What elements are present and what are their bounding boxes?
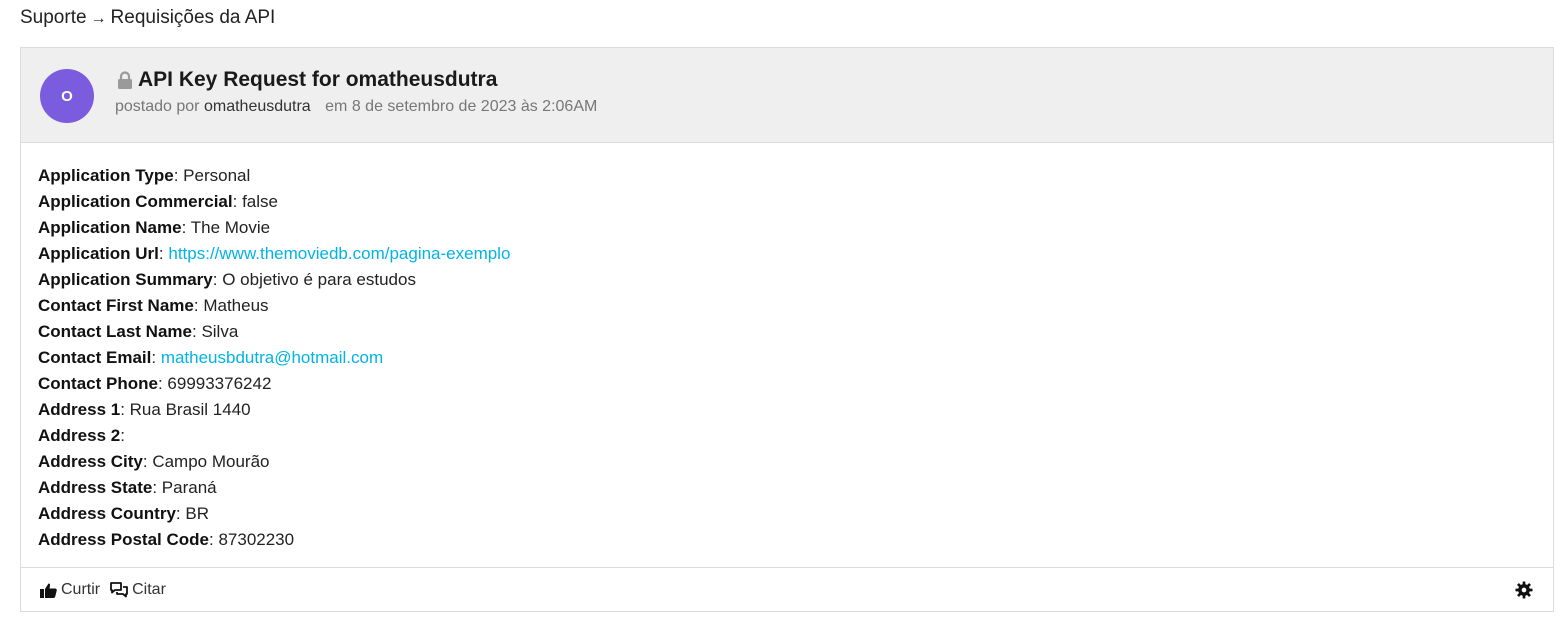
field-value: O objetivo é para estudos (222, 270, 416, 289)
field-value: Personal (183, 166, 251, 185)
field-application-summary: Application Summary: O objetivo é para e… (38, 270, 416, 289)
field-value: Paraná (161, 478, 217, 497)
field-value: Campo Mourão (152, 452, 270, 471)
post-header-text: API Key Request for omatheusdutra postad… (115, 68, 597, 116)
field-key: Address 1 (38, 400, 121, 419)
post-date: em 8 de setembro de 2023 às 2:06AM (325, 98, 598, 115)
field-key: Address 2 (38, 426, 121, 445)
quote-button[interactable]: Citar (110, 581, 166, 599)
field-value: Rua Brasil 1440 (129, 400, 251, 419)
field-application-name: Application Name: The Movie (38, 218, 271, 237)
field-value: 69993376242 (167, 374, 272, 393)
field-key: Contact Email (38, 348, 152, 367)
field-contact-email: Contact Email: matheusbdutra@hotmail.com (38, 348, 384, 367)
posted-by-label: postado por (115, 98, 200, 115)
lock-icon (118, 71, 132, 89)
gear-icon[interactable] (1515, 581, 1533, 599)
post-header: O API Key Request for omatheusdutra post… (21, 48, 1553, 143)
field-value: Silva (201, 322, 239, 341)
field-address-city: Address City: Campo Mourão (38, 452, 270, 471)
field-key: Application Summary (38, 270, 213, 289)
field-key: Address Country (38, 504, 176, 523)
thumbs-up-icon (40, 583, 57, 598)
field-key: Application Name (38, 218, 182, 237)
application-url-link[interactable]: https://www.themoviedb.com/pagina-exempl… (168, 244, 510, 263)
like-button[interactable]: Curtir (40, 581, 100, 599)
field-key: Application Commercial (38, 192, 233, 211)
field-key: Application Url (38, 244, 159, 263)
field-value: 87302230 (218, 530, 295, 549)
breadcrumb: Suporte → Requisições da API (20, 7, 275, 29)
post-title: API Key Request for omatheusdutra (138, 68, 498, 91)
field-address-state: Address State: Paraná (38, 478, 217, 497)
field-address-2: Address 2: (38, 426, 125, 445)
author-link[interactable]: omatheusdutra (204, 98, 311, 115)
avatar[interactable]: O (40, 69, 94, 123)
field-key: Contact Phone (38, 374, 158, 393)
field-key: Contact First Name (38, 296, 194, 315)
contact-email-link[interactable]: matheusbdutra@hotmail.com (161, 348, 383, 367)
field-key: Application Type (38, 166, 174, 185)
field-value: Matheus (203, 296, 269, 315)
field-value: The Movie (190, 218, 271, 237)
field-value: BR (185, 504, 209, 523)
breadcrumb-current: Requisições da API (110, 7, 276, 28)
field-address-country: Address Country: BR (38, 504, 209, 523)
post-title-row: API Key Request for omatheusdutra (115, 68, 597, 92)
field-application-type: Application Type: Personal (38, 166, 251, 185)
field-key: Contact Last Name (38, 322, 192, 341)
post-meta: postado por omatheusdutra em 8 de setemb… (115, 98, 597, 116)
field-contact-phone: Contact Phone: 69993376242 (38, 374, 272, 393)
post-body: Application Type: Personal Application C… (21, 143, 1553, 568)
field-key: Address Postal Code (38, 530, 209, 549)
field-address-postal-code: Address Postal Code: 87302230 (38, 530, 295, 549)
field-contact-last-name: Contact Last Name: Silva (38, 322, 239, 341)
breadcrumb-separator: → (90, 10, 107, 27)
field-key: Address State (38, 478, 153, 497)
field-address-1: Address 1: Rua Brasil 1440 (38, 400, 251, 419)
breadcrumb-parent-link[interactable]: Suporte (20, 7, 87, 28)
field-key: Address City (38, 452, 143, 471)
post-card: O API Key Request for omatheusdutra post… (20, 47, 1554, 612)
field-contact-first-name: Contact First Name: Matheus (38, 296, 269, 315)
post-footer: Curtir Citar (21, 568, 1553, 612)
quote-comments-icon (110, 582, 129, 598)
field-application-commercial: Application Commercial: false (38, 192, 278, 211)
field-application-url: Application Url: https://www.themoviedb.… (38, 244, 511, 263)
field-value: false (242, 192, 278, 211)
like-label: Curtir (61, 581, 101, 598)
quote-label: Citar (132, 581, 166, 598)
